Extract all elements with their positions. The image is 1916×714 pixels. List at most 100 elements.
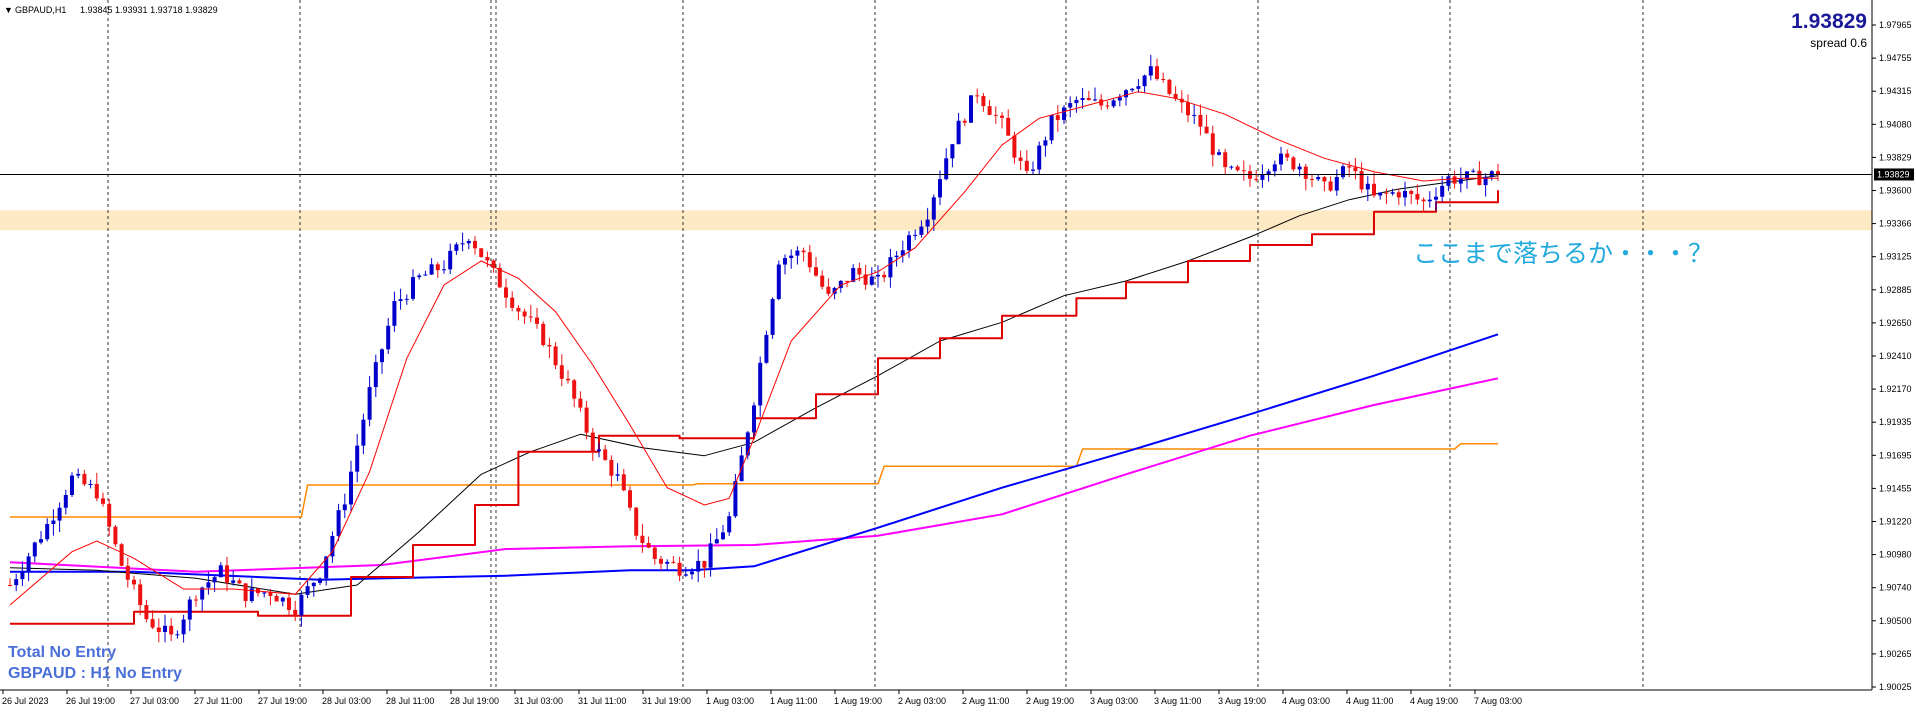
candle-bull xyxy=(956,120,961,145)
candle-bear xyxy=(1359,171,1364,190)
candle-bull xyxy=(1130,88,1135,91)
price-chart[interactable]: 1.97965 1.94755 1.94315 1.94080 1.93829 1.936… xyxy=(0,0,1916,709)
y-tick-label: 1.92170 xyxy=(1879,384,1912,394)
candle-bear xyxy=(522,311,527,317)
candle-bear xyxy=(119,544,124,566)
candle-bull xyxy=(45,524,50,540)
candle-bull xyxy=(39,539,43,543)
candle-bull xyxy=(1043,140,1048,146)
candle-bull xyxy=(1458,178,1463,184)
candle-bull xyxy=(683,574,688,576)
candle-bear xyxy=(504,287,508,298)
window-menu-icon[interactable]: ▼ xyxy=(4,5,13,15)
candle-bull xyxy=(1049,115,1054,141)
candle-bear xyxy=(237,580,242,584)
candle-bear xyxy=(975,95,980,97)
candle-bull xyxy=(776,264,781,300)
candle-bear xyxy=(702,560,707,568)
candle-bear xyxy=(101,498,105,504)
y-tick-label: 1.92410 xyxy=(1879,351,1912,361)
candle-bear xyxy=(1347,166,1352,168)
candle-bull xyxy=(361,419,366,446)
candle-bear xyxy=(169,625,174,635)
candle-bear xyxy=(628,490,632,508)
candle-bull xyxy=(913,234,918,236)
candle-bear xyxy=(1303,166,1308,179)
chart-window[interactable]: 1.97965 1.94755 1.94315 1.94080 1.93829 1.936… xyxy=(0,0,1916,709)
candle-bull xyxy=(1124,90,1128,98)
candle-bear xyxy=(1291,157,1296,170)
candle-bull xyxy=(665,561,670,564)
candle-bull xyxy=(615,474,620,476)
candle-bear xyxy=(609,459,614,476)
candle-bull xyxy=(1378,192,1383,196)
x-tick-label: 27 Jul 19:00 xyxy=(258,696,307,706)
candle-bear xyxy=(1006,117,1011,136)
candle-bear xyxy=(820,275,825,287)
candle-bull xyxy=(466,240,471,244)
candle-bull xyxy=(925,219,930,227)
candle-bull xyxy=(1229,166,1234,168)
x-tick-label: 2 Aug 03:00 xyxy=(898,696,946,706)
candle-bull xyxy=(417,275,422,278)
candle-bear xyxy=(1421,199,1426,202)
candle-bear xyxy=(138,584,143,606)
candle-bull xyxy=(758,362,763,406)
candle-bear xyxy=(1024,160,1029,171)
candle-bear xyxy=(1210,133,1215,155)
candle-bull xyxy=(392,300,397,326)
candle-bull xyxy=(429,264,434,275)
candle-bear xyxy=(590,432,595,452)
candle-bull xyxy=(1148,66,1153,76)
candle-bull xyxy=(876,274,880,277)
symbol-label: GBPAUD,H1 xyxy=(15,5,66,15)
candle-bull xyxy=(32,542,37,557)
candle-bull xyxy=(76,473,81,476)
candle-bear xyxy=(535,317,539,324)
support-zone xyxy=(0,210,1872,231)
candle-bull xyxy=(1117,97,1122,101)
candle-bear xyxy=(485,257,490,261)
candle-bull xyxy=(1142,75,1147,87)
candle-bull xyxy=(163,625,167,633)
candle-bull xyxy=(1266,171,1271,175)
candle-bull xyxy=(969,95,973,123)
candle-bull xyxy=(181,619,186,635)
candle-bull xyxy=(1093,99,1097,101)
x-tick-label: 3 Aug 19:00 xyxy=(1218,696,1266,706)
candle-bear xyxy=(268,592,273,596)
candle-bull xyxy=(51,520,56,525)
x-tick-label: 26 Jul 2023 xyxy=(2,696,49,706)
candle-bull xyxy=(597,449,601,452)
candle-bear xyxy=(652,547,657,559)
candle-bull xyxy=(280,597,285,602)
candle-bear xyxy=(156,627,161,633)
y-tick-label: 1.90980 xyxy=(1879,550,1912,560)
candle-bull xyxy=(423,274,428,276)
x-tick-label: 1 Aug 11:00 xyxy=(770,696,817,706)
candle-bull xyxy=(783,258,787,265)
candle-bull xyxy=(869,276,874,285)
price-tag-label: 1.93829 xyxy=(1877,169,1910,179)
candle-bear xyxy=(1285,153,1290,158)
candle-bear xyxy=(857,268,862,275)
candle-bear xyxy=(287,597,291,610)
candle-bull xyxy=(63,494,68,508)
candle-bear xyxy=(677,562,682,576)
candle-bear xyxy=(1186,102,1190,116)
y-tick-label: 1.90740 xyxy=(1879,583,1912,593)
candle-bear xyxy=(1161,78,1166,80)
ohlc-values: 1.93845 1.93931 1.93718 1.93829 xyxy=(80,5,218,15)
candle-bull xyxy=(367,387,372,420)
candle-bear xyxy=(1254,178,1259,180)
candle-bear xyxy=(1409,190,1414,194)
candle-bear xyxy=(528,316,533,318)
candle-bull xyxy=(1136,86,1141,89)
candle-bull xyxy=(20,571,25,580)
candle-bear xyxy=(194,599,198,601)
candle-bear xyxy=(1204,126,1209,134)
candle-bear xyxy=(8,585,12,586)
candle-bull xyxy=(919,226,924,235)
candle-bear xyxy=(640,535,645,544)
candle-bull xyxy=(373,362,378,388)
